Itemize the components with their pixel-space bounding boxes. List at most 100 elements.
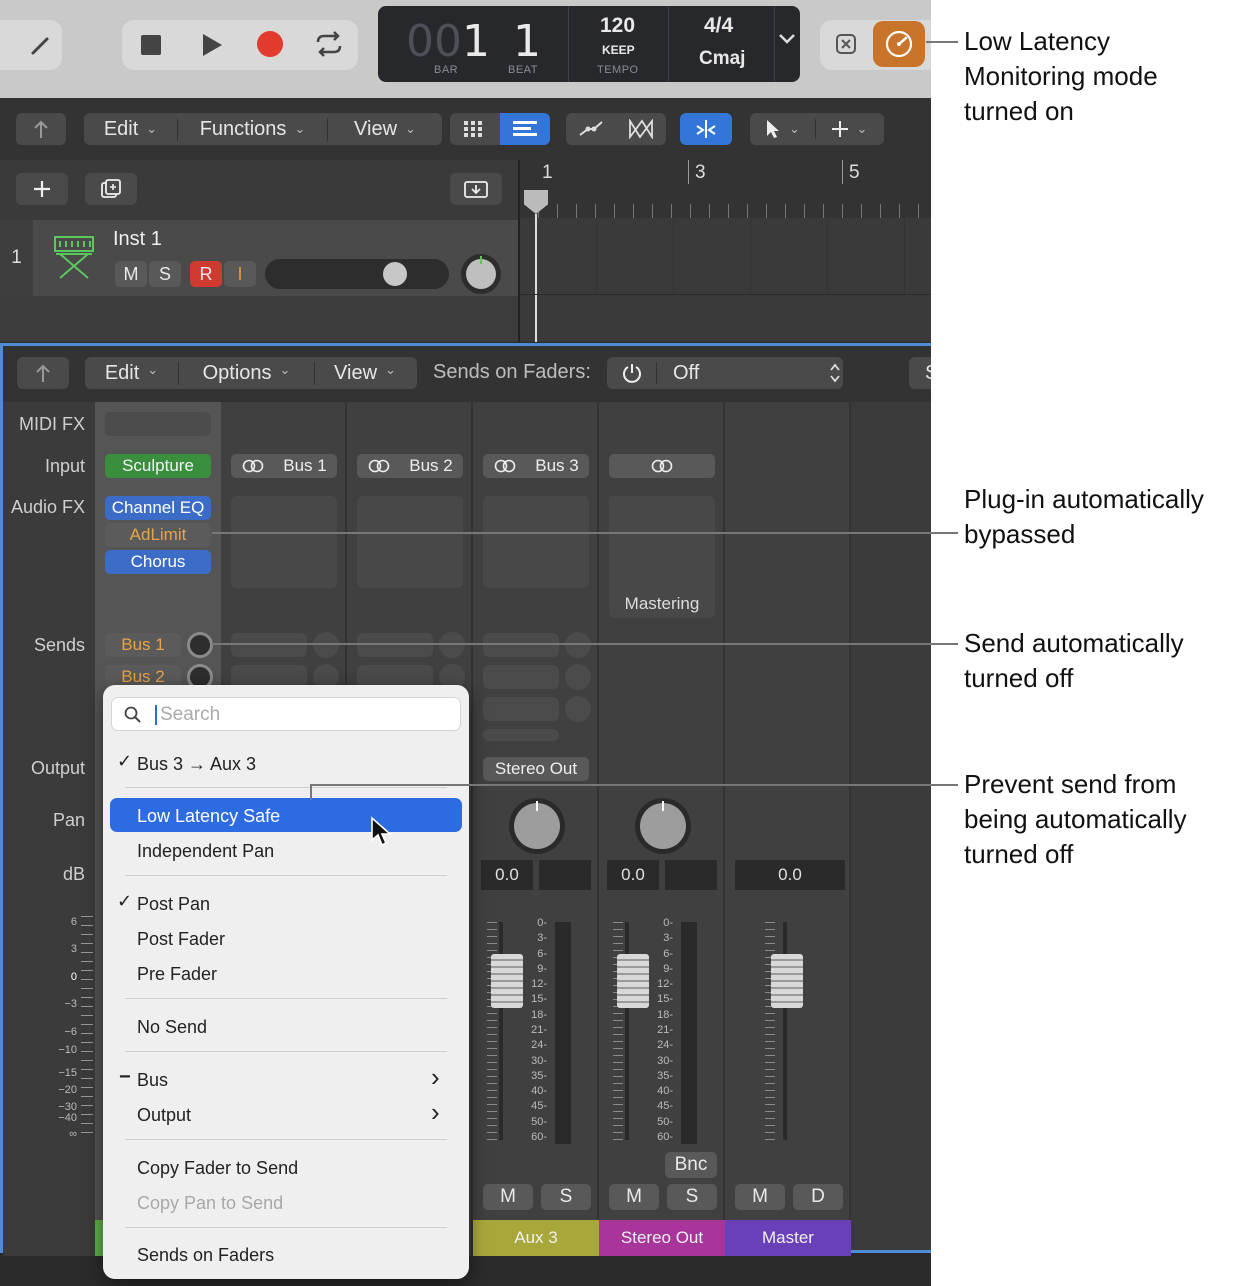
input-stereo-link[interactable] [609, 454, 715, 478]
track-header-toolbar [0, 160, 518, 220]
volume-fader-handle[interactable] [771, 954, 803, 1008]
dim-button[interactable]: D [793, 1184, 843, 1210]
track-record-button[interactable]: R [190, 261, 222, 287]
mixer-edit-menu[interactable]: Edit ⌄ [85, 361, 179, 385]
record-button[interactable] [254, 28, 286, 60]
low-latency-monitoring-button[interactable] [873, 21, 925, 67]
solo-button[interactable]: S [541, 1184, 591, 1210]
menu-item-pre-fader[interactable]: Pre Fader [137, 959, 217, 989]
menu-item-no-send[interactable]: No Send [137, 1012, 207, 1042]
play-button[interactable] [197, 30, 227, 60]
send-level-knob[interactable] [187, 632, 213, 658]
input-bus2[interactable]: Bus 2 [357, 454, 463, 478]
volume-slider-thumb[interactable] [383, 262, 407, 286]
send-bus1-off[interactable]: Bus 1 [105, 633, 181, 657]
track-solo-button[interactable]: S [149, 261, 181, 287]
audio-fx-area[interactable] [231, 496, 337, 588]
flex-button[interactable] [616, 119, 666, 139]
duplicate-track-button[interactable] [85, 173, 137, 205]
volume-fader-handle[interactable] [617, 954, 649, 1008]
send-slot-empty[interactable] [483, 633, 559, 657]
track-volume-slider[interactable] [265, 259, 449, 289]
pencil-tool-button[interactable] [0, 20, 62, 70]
sends-on-faders-control[interactable]: Off [607, 357, 843, 389]
pointer-tool-menu[interactable]: ⌄ [750, 119, 816, 139]
catch-button[interactable] [16, 113, 66, 145]
audio-fx-chorus[interactable]: Chorus [105, 550, 211, 574]
input-plugin-sculpture[interactable]: Sculpture [105, 454, 211, 478]
secondary-tool-menu[interactable]: ⌄ [816, 120, 882, 138]
functions-menu[interactable]: Functions ⌄ [178, 117, 328, 141]
add-track-button[interactable] [16, 173, 68, 205]
pan-knob[interactable] [635, 798, 691, 854]
menu-item-output[interactable]: Output [137, 1100, 191, 1130]
replace-button[interactable] [830, 28, 862, 60]
track-pan-knob[interactable] [461, 254, 501, 294]
input-bus3[interactable]: Bus 3 [483, 454, 589, 478]
audio-fx-adlimit-bypassed[interactable]: AdLimit [105, 523, 211, 547]
mixer-catch-button[interactable] [17, 357, 69, 389]
mute-button[interactable]: M [735, 1184, 785, 1210]
snap-button[interactable] [680, 113, 732, 145]
channel-name-master[interactable]: Master [725, 1220, 851, 1256]
menu-item-bus3-aux3[interactable]: Bus 3 → Aux 3 [137, 749, 256, 779]
track-row[interactable]: 1 Inst 1 M S R I [0, 220, 518, 296]
view-menu[interactable]: View ⌄ [328, 118, 442, 141]
send-knob-empty[interactable] [565, 696, 591, 722]
mixer-cutoff-button[interactable]: S [909, 357, 931, 389]
track-mute-button[interactable]: M [115, 261, 147, 287]
menu-item-sends-on-faders[interactable]: Sends on Faders [137, 1240, 274, 1270]
lcd-display[interactable]: 001 1 BAR BEAT 120 KEEP TEMPO 4/4 Cmaj [378, 6, 800, 82]
menu-item-low-latency-safe[interactable]: Low Latency Safe [137, 801, 280, 831]
input-bus1[interactable]: Bus 1 [231, 454, 337, 478]
scale-label: 0 [70, 971, 77, 983]
sends-on-faders-power-button[interactable] [607, 362, 657, 384]
midi-fx-slot[interactable] [105, 412, 211, 436]
pan-knob[interactable] [509, 798, 565, 854]
send-slot-empty[interactable] [231, 633, 307, 657]
mixer-options-menu[interactable]: Options ⌄ [179, 361, 315, 385]
scale-label: −15 [58, 1067, 77, 1079]
grid-view-button[interactable] [450, 113, 500, 145]
mute-button[interactable]: M [609, 1184, 659, 1210]
menu-item-post-fader[interactable]: Post Fader [137, 924, 225, 954]
channel-name-aux3[interactable]: Aux 3 [473, 1220, 599, 1256]
volume-fader-handle[interactable] [491, 954, 523, 1008]
bounce-button[interactable]: Bnc [665, 1152, 717, 1178]
channel-name-stereo-out[interactable]: Stereo Out [599, 1220, 725, 1256]
send-knob-empty[interactable] [565, 632, 591, 658]
global-tracks-button[interactable] [450, 173, 502, 205]
solo-button[interactable]: S [667, 1184, 717, 1210]
timeline-area[interactable]: 1 3 5 [518, 160, 931, 342]
lcd-menu-chevron[interactable] [778, 32, 798, 51]
audio-fx-area[interactable] [357, 496, 463, 588]
menu-search-input[interactable]: Search [111, 697, 461, 731]
output-stereo-out[interactable]: Stereo Out [483, 757, 589, 781]
menu-item-independent-pan[interactable]: Independent Pan [137, 836, 274, 866]
send-slot-empty[interactable] [483, 729, 559, 741]
send-slot-empty[interactable] [357, 633, 433, 657]
sends-on-faders-value: Off [673, 361, 700, 384]
ruler-mark-1: 1 [542, 162, 553, 183]
audio-fx-area[interactable]: Mastering [609, 496, 715, 618]
edit-menu[interactable]: Edit ⌄ [84, 117, 178, 141]
input-bus3-label: Bus 3 [535, 456, 579, 475]
menu-item-copy-fader-to-send[interactable]: Copy Fader to Send [137, 1153, 298, 1183]
send-knob-empty[interactable] [313, 632, 339, 658]
send-knob-empty[interactable] [565, 664, 591, 690]
audio-fx-channel-eq[interactable]: Channel EQ [105, 496, 211, 520]
cycle-button[interactable] [312, 28, 346, 60]
track-input-monitor-button[interactable]: I [224, 261, 256, 287]
stop-button[interactable] [136, 30, 166, 60]
meter-scale-label: 18- [531, 1009, 547, 1021]
automation-button[interactable] [566, 119, 616, 139]
list-view-button[interactable] [500, 113, 550, 145]
mixer-view-menu[interactable]: View ⌄ [315, 362, 415, 385]
menu-item-bus[interactable]: Bus [137, 1065, 168, 1095]
menu-item-post-pan[interactable]: Post Pan [137, 889, 210, 919]
send-slot-empty[interactable] [483, 665, 559, 689]
audio-fx-area[interactable] [483, 496, 589, 588]
mute-button[interactable]: M [483, 1184, 533, 1210]
send-knob-empty[interactable] [439, 632, 465, 658]
send-slot-empty[interactable] [483, 697, 559, 721]
